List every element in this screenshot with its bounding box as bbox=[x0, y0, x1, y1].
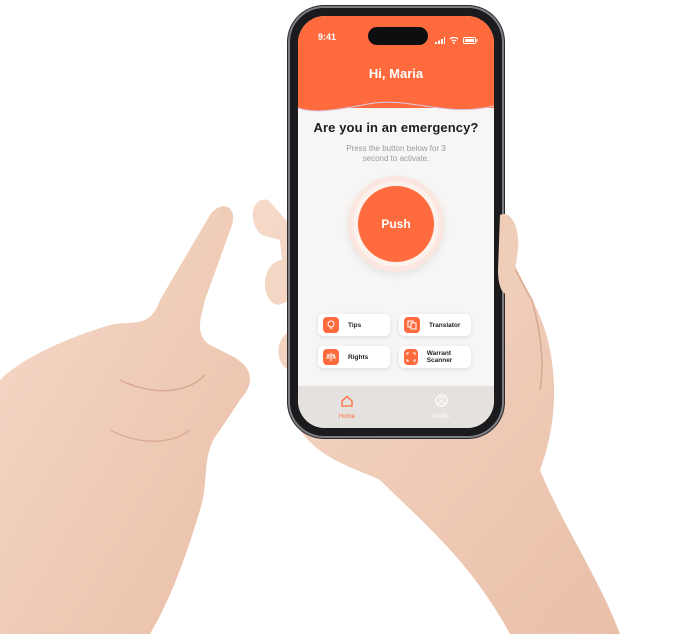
tab-home[interactable]: Home bbox=[322, 394, 372, 420]
phone-device: 9:41 Hi, Maria Are you in an emergency? … bbox=[290, 8, 502, 436]
tips-card[interactable]: Tips bbox=[318, 314, 390, 336]
battery-icon bbox=[463, 31, 478, 49]
tips-label: Tips bbox=[348, 321, 362, 329]
status-icons bbox=[435, 31, 478, 49]
status-time: 9:41 bbox=[318, 32, 337, 42]
signal-icon bbox=[435, 31, 445, 49]
greeting-title: Hi, Maria bbox=[368, 66, 424, 81]
emergency-question: Are you in an emergency? bbox=[313, 120, 479, 135]
translator-card[interactable]: Translator bbox=[399, 314, 471, 336]
scene: 9:41 Hi, Maria Are you in an emergency? … bbox=[0, 0, 684, 634]
app-screen: 9:41 Hi, Maria Are you in an emergency? … bbox=[298, 16, 494, 428]
tab-home-label: Home bbox=[338, 414, 355, 420]
wifi-icon bbox=[449, 31, 459, 49]
lightbulb-icon bbox=[323, 317, 339, 333]
translator-label: Translator bbox=[429, 321, 461, 329]
header-wave bbox=[298, 96, 494, 112]
profile-icon bbox=[416, 394, 466, 412]
push-button[interactable]: Push bbox=[358, 186, 434, 262]
instruction-text: Press the button below for 3 second to a… bbox=[346, 144, 446, 163]
scan-icon bbox=[404, 349, 418, 365]
rights-label: Rights bbox=[348, 353, 369, 361]
translate-icon bbox=[404, 317, 420, 333]
home-icon bbox=[322, 394, 372, 412]
tab-profile-label: Profile bbox=[432, 414, 450, 420]
warrant-scanner-label: Warrant Scanner bbox=[426, 350, 453, 364]
tab-profile[interactable]: Profile bbox=[416, 394, 466, 420]
scales-icon bbox=[323, 349, 339, 365]
bottom-tab-bar: Home Profile bbox=[298, 386, 494, 428]
warrant-scanner-card[interactable]: Warrant Scanner bbox=[399, 346, 471, 368]
push-button-halo: Push bbox=[348, 176, 444, 272]
rights-card[interactable]: Rights bbox=[318, 346, 390, 368]
dynamic-island bbox=[368, 27, 428, 45]
